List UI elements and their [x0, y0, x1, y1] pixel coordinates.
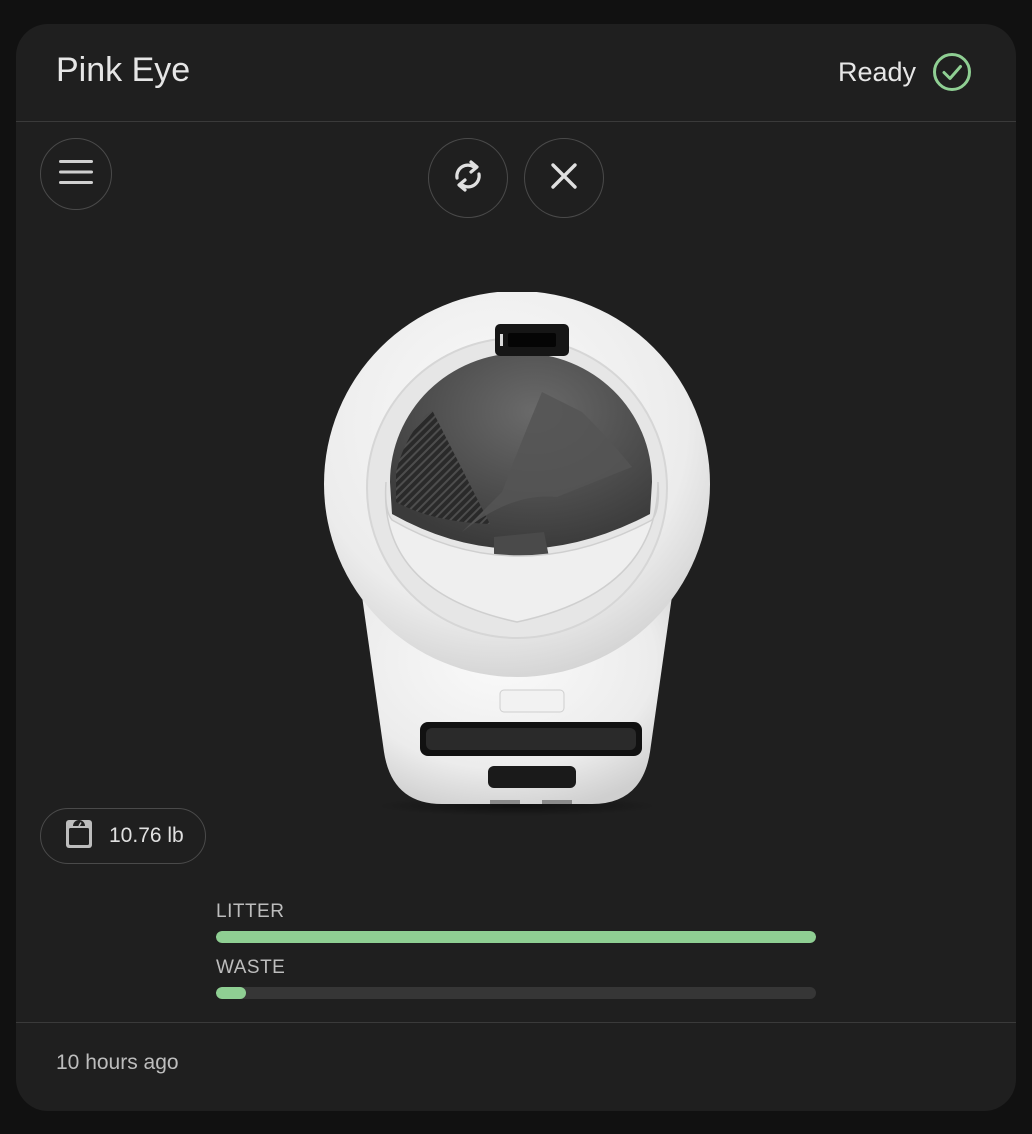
- litter-label: LITTER: [216, 901, 285, 922]
- waste-gauge: WASTE: [216, 957, 816, 999]
- weight-value: 10.76 lb: [109, 824, 184, 847]
- litter-robot-image: [312, 291, 722, 822]
- card-header: Pink Eye Ready: [16, 24, 1016, 122]
- waste-level-fill: [216, 987, 246, 999]
- hamburger-menu-icon: [59, 159, 93, 190]
- scale-icon: [65, 819, 93, 854]
- cancel-button[interactable]: [524, 138, 604, 218]
- clean-cycle-button[interactable]: [428, 138, 508, 218]
- device-title: Pink Eye: [56, 51, 191, 89]
- litter-track: [216, 931, 816, 943]
- litter-gauge: LITTER: [216, 901, 816, 943]
- weight-chip[interactable]: 10.76 lb: [40, 808, 206, 864]
- card-footer: 10 hours ago: [16, 1022, 1016, 1111]
- menu-button[interactable]: [40, 138, 112, 210]
- waste-label: WASTE: [216, 957, 286, 978]
- litter-level-fill: [216, 931, 816, 943]
- waste-track: [216, 987, 816, 999]
- status-indicator: Ready: [838, 52, 972, 92]
- litter-robot-card: Pink Eye Ready 10.76 lb LITTER WASTE 10 …: [16, 24, 1016, 1111]
- check-circle-icon: [932, 52, 972, 92]
- refresh-icon: [450, 156, 486, 201]
- status-text: Ready: [837, 56, 916, 87]
- last-updated-text: 10 hours ago: [56, 1051, 179, 1074]
- close-icon: [550, 162, 578, 195]
